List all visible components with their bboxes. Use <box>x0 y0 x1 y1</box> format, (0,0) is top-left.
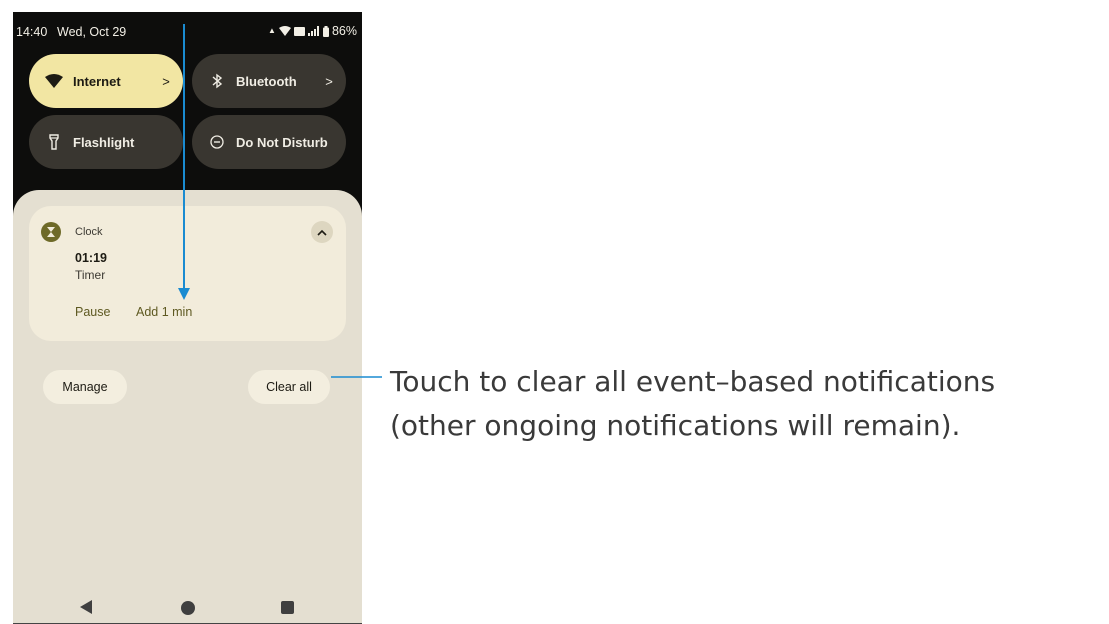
data-arrow-icon: ▲ <box>268 26 276 35</box>
bluetooth-icon <box>206 72 228 90</box>
pause-action[interactable]: Pause <box>75 305 110 319</box>
tile-do-not-disturb-label: Do Not Disturb <box>236 134 328 150</box>
home-icon[interactable] <box>181 601 195 615</box>
callout-line-2: (other ongoing notifications will remain… <box>390 409 961 442</box>
lte-icon <box>293 26 305 36</box>
battery-icon <box>322 25 329 37</box>
do-not-disturb-icon <box>206 133 228 151</box>
notification-app-name: Clock <box>75 226 103 238</box>
navigation-bar <box>13 593 362 623</box>
hourglass-icon <box>41 222 61 242</box>
tile-bluetooth-label: Bluetooth <box>236 73 297 89</box>
wifi-status-icon <box>278 26 291 36</box>
clear-all-button[interactable]: Clear all <box>248 370 330 404</box>
tile-internet[interactable]: Internet > <box>29 54 183 108</box>
status-icons: ▲ 86% <box>268 24 357 38</box>
tile-bluetooth[interactable]: Bluetooth > <box>192 54 346 108</box>
notification-title: 01:19 <box>75 251 107 265</box>
collapse-button[interactable] <box>311 221 333 243</box>
notification-text: Timer <box>75 268 106 282</box>
notification-card[interactable]: Clock 01:19 Timer Pause Add 1 min <box>29 206 346 341</box>
notification-shade: Clock 01:19 Timer Pause Add 1 min Manage… <box>13 190 362 624</box>
manage-button[interactable]: Manage <box>43 370 127 404</box>
back-icon[interactable] <box>80 600 92 614</box>
signal-icon <box>307 26 319 36</box>
tile-flashlight[interactable]: Flashlight <box>29 115 183 169</box>
battery-level: 86% <box>331 24 357 38</box>
tile-do-not-disturb[interactable]: Do Not Disturb <box>192 115 346 169</box>
flashlight-icon <box>43 133 65 151</box>
callout-line-1: Touch to clear all event–based notificat… <box>390 365 996 398</box>
wifi-icon <box>43 72 65 90</box>
add-1-min-action[interactable]: Add 1 min <box>136 305 192 319</box>
phone-screen: 14:40 Wed, Oct 29 ▲ 86% Internet > Bluet… <box>13 12 362 624</box>
recents-icon[interactable] <box>281 601 294 614</box>
status-time: 14:40 <box>16 25 48 39</box>
tile-internet-label: Internet <box>73 73 121 89</box>
status-date: Wed, Oct 29 <box>57 25 127 39</box>
callout-text: Touch to clear all event–based notificat… <box>390 360 1105 448</box>
chevron-up-icon <box>317 229 327 236</box>
chevron-right-icon: > <box>325 73 333 89</box>
chevron-right-icon: > <box>162 73 170 89</box>
tile-flashlight-label: Flashlight <box>73 134 135 150</box>
status-bar: 14:40 Wed, Oct 29 ▲ 86% <box>13 12 362 52</box>
